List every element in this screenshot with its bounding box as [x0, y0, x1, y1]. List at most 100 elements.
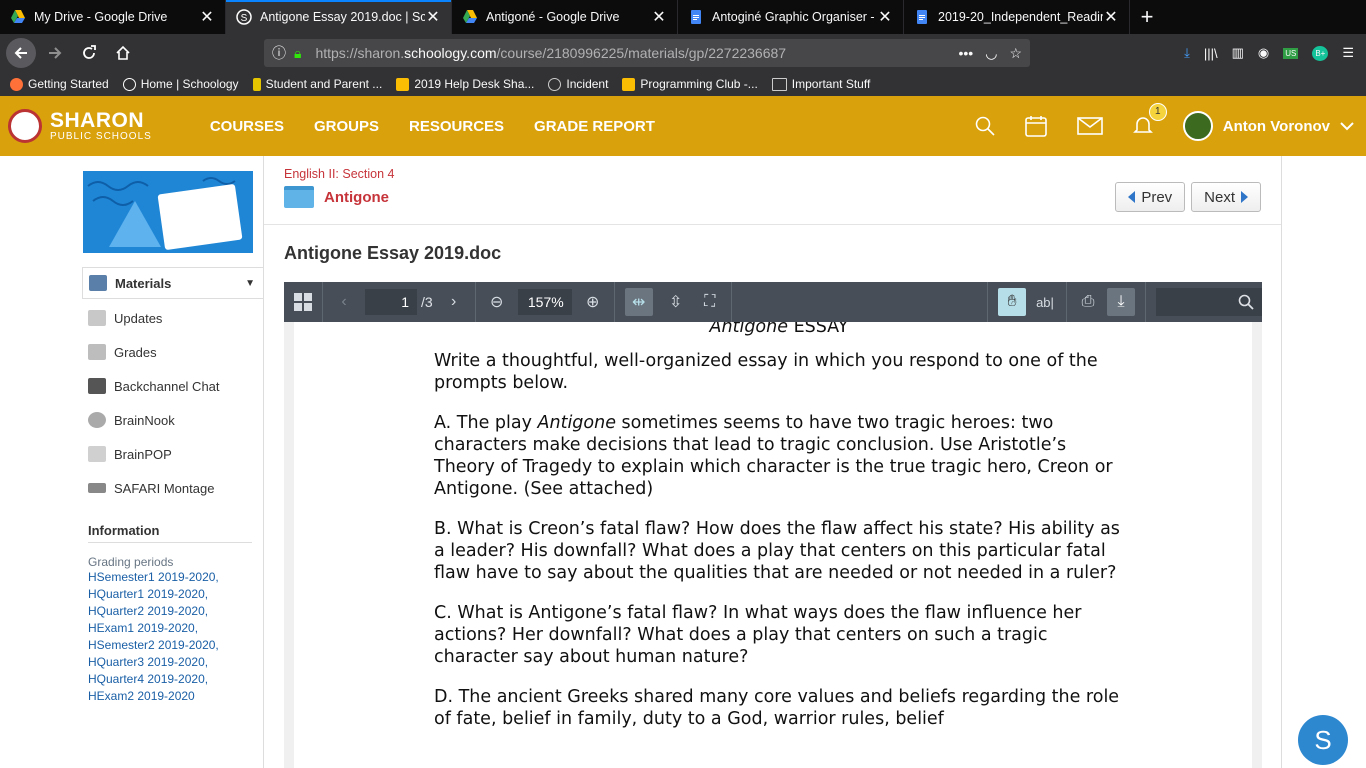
url-text[interactable]: https://sharon.schoology.com/course/2180… [315, 45, 958, 61]
page-number-input[interactable]: 1 [365, 289, 417, 315]
pan-hand-icon[interactable]: ✋︎ [998, 288, 1026, 316]
notifications-button[interactable]: 1 [1132, 102, 1167, 138]
close-icon[interactable]: ✕ [877, 7, 893, 27]
browser-tab-active[interactable]: S Antigone Essay 2019.doc | Scho ✕ [226, 0, 452, 34]
grading-period[interactable]: HQuarter1 2019-2020, [88, 586, 252, 603]
calendar-icon[interactable] [1024, 115, 1047, 137]
back-button[interactable] [6, 38, 36, 68]
bookmark-item[interactable]: 2019 Help Desk Sha... [396, 77, 534, 91]
tab-title: Antigone Essay 2019.doc | Scho [260, 10, 425, 24]
sidebar-item-updates[interactable]: Updates [82, 301, 264, 335]
bookmark-item[interactable]: Student and Parent ... [252, 77, 382, 91]
grading-period[interactable]: HExam1 2019-2020, [88, 620, 252, 637]
nav-courses[interactable]: COURSES [210, 118, 284, 135]
download-icon[interactable]: ⤓ [1184, 45, 1190, 61]
chevron-right-icon[interactable]: › [443, 291, 465, 313]
sidebar-icon[interactable]: ▥ [1232, 45, 1244, 61]
district-logo[interactable]: SHARON PUBLIC SCHOOLS [8, 109, 152, 143]
home-button[interactable] [108, 38, 138, 68]
zoom-out-icon[interactable]: ⊖ [486, 291, 508, 313]
sidebar-item-backchannel[interactable]: Backchannel Chat [82, 369, 264, 403]
extension-badge[interactable]: US [1283, 47, 1299, 59]
fullscreen-icon[interactable]: ⛶ [699, 291, 721, 313]
more-icon[interactable]: ••• [959, 45, 974, 62]
close-icon[interactable]: ✕ [1103, 7, 1119, 27]
bookmark-item[interactable]: Getting Started [10, 77, 109, 91]
text-select-icon[interactable]: ab| [1034, 291, 1056, 313]
fit-width-icon[interactable]: ⇹ [624, 288, 653, 316]
logo-title: SHARON [50, 108, 145, 132]
prompt-b: B. What is Creon’s fatal flaw? How does … [434, 519, 1120, 583]
thumbnails-icon[interactable] [292, 291, 314, 313]
url-bar[interactable]: ⓘ 🔒︎ https://sharon.schoology.com/course… [264, 39, 1030, 67]
sidebar-item-grades[interactable]: Grades [82, 335, 264, 369]
arrow-right-icon [49, 47, 62, 59]
grading-period[interactable]: HSemester2 2019-2020, [88, 637, 252, 654]
sidebar-item-materials[interactable]: Materials ▼ [82, 267, 264, 299]
browser-tab[interactable]: My Drive - Google Drive ✕ [0, 0, 226, 34]
print-icon[interactable]: ⎙ [1077, 291, 1099, 313]
document-page: Antigone ESSAY Write a thoughtful, well-… [294, 322, 1252, 768]
bookmark-item[interactable]: Home | Schoology [122, 77, 239, 91]
grading-period[interactable]: HQuarter4 2019-2020, [88, 671, 252, 688]
sidebar-item-safari-montage[interactable]: SAFARI Montage [82, 471, 264, 505]
brainnook-icon [88, 412, 106, 428]
nav-resources[interactable]: RESOURCES [409, 118, 504, 135]
browser-tab[interactable]: Antigoné - Google Drive ✕ [452, 0, 678, 34]
chevron-left-icon[interactable]: ‹ [333, 291, 355, 313]
browser-tab[interactable]: 2019-20_Independent_Reading ✕ [904, 0, 1130, 34]
library-icon[interactable]: |||\ [1204, 46, 1218, 61]
document-viewer[interactable]: Antigone ESSAY Write a thoughtful, well-… [284, 322, 1262, 768]
zoom-input[interactable]: 157% [517, 289, 572, 315]
grammarly-icon[interactable]: B+ [1312, 45, 1329, 61]
close-icon[interactable]: ✕ [425, 7, 441, 27]
document-search-input[interactable] [1156, 288, 1262, 316]
next-button[interactable]: Next [1191, 182, 1261, 212]
menu-icon[interactable]: ☰ [1342, 45, 1354, 61]
reload-button[interactable] [74, 38, 104, 68]
bookmark-item[interactable]: Incident [548, 77, 608, 91]
browser-tab[interactable]: Antoginé Graphic Organiser - G ✕ [678, 0, 904, 34]
bookmark-folder[interactable]: Important Stuff [771, 77, 870, 91]
caret-down-icon[interactable]: ▼ [245, 278, 255, 289]
search-icon[interactable] [975, 116, 995, 136]
folder-title[interactable]: Antigone [324, 189, 389, 206]
close-icon[interactable]: ✕ [199, 7, 215, 27]
sidebar-item-label: Backchannel Chat [114, 378, 220, 394]
sidebar-item-brainpop[interactable]: BrainPOP [82, 437, 264, 471]
info-icon[interactable]: ⓘ [272, 43, 286, 63]
account-icon[interactable]: ◉ [1258, 45, 1269, 61]
arrow-right-icon [1241, 191, 1248, 203]
folder-icon [771, 77, 787, 91]
close-icon[interactable]: ✕ [651, 7, 667, 27]
mail-icon[interactable] [1076, 117, 1103, 135]
search-icon [1238, 294, 1254, 310]
breadcrumb[interactable]: English II: Section 4 [284, 167, 394, 181]
zoom-in-icon[interactable]: ⊕ [582, 291, 604, 313]
user-menu[interactable]: Anton Voronov [1182, 111, 1354, 141]
bookmark-item[interactable]: Programming Club -... [622, 77, 758, 91]
user-name: Anton Voronov [1222, 117, 1330, 135]
sidebar-item-brainnook[interactable]: BrainNook [82, 403, 264, 437]
prev-button[interactable]: Prev [1115, 182, 1186, 212]
nav-groups[interactable]: GROUPS [314, 118, 379, 135]
download-icon[interactable]: ⤓ [1107, 288, 1135, 316]
grading-period[interactable]: HQuarter2 2019-2020, [88, 603, 252, 620]
fit-height-icon[interactable]: ⇳ [665, 291, 687, 313]
grading-period[interactable]: HExam2 2019-2020 [88, 688, 252, 705]
schoology-help-button[interactable]: S [1298, 715, 1348, 765]
pocket-icon[interactable]: ◡ [985, 45, 997, 62]
grading-period[interactable]: HQuarter3 2019-2020, [88, 654, 252, 671]
star-icon[interactable]: ☆ [1009, 45, 1022, 62]
course-sidebar: Materials ▼ Updates Grades Backchannel C… [82, 156, 264, 768]
next-label: Next [1204, 188, 1235, 206]
grading-period[interactable]: HSemester1 2019-2020, [88, 569, 252, 586]
google-docs-icon [691, 10, 701, 24]
new-tab-button[interactable]: + [1130, 0, 1164, 34]
safari-montage-icon [88, 483, 106, 493]
lock-icon[interactable]: 🔒︎ [294, 45, 301, 62]
book-icon [157, 183, 243, 251]
bell-icon [1132, 116, 1153, 133]
nav-grade-report[interactable]: GRADE REPORT [534, 118, 655, 135]
forward-button[interactable] [40, 38, 70, 68]
